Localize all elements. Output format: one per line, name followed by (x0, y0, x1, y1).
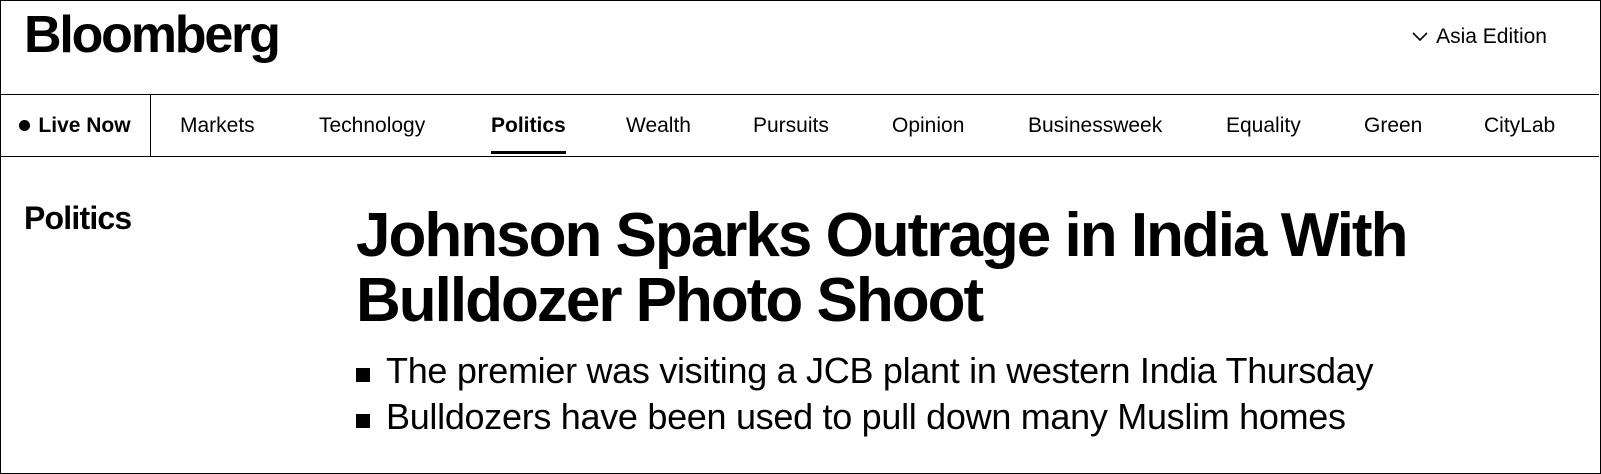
section-link-politics[interactable]: Politics (24, 198, 132, 238)
bloomberg-logo[interactable]: Bloomberg (24, 4, 281, 66)
top-header: Bloomberg Asia Edition (0, 0, 1599, 95)
live-dot-icon (19, 120, 31, 131)
edition-selector[interactable]: Asia Edition (1412, 22, 1547, 52)
summary-text: Bulldozers have been used to pull down m… (386, 396, 1346, 437)
nav-item-politics[interactable]: Politics (491, 95, 566, 156)
main-nav: Live Now Markets Technology Politics Wea… (0, 95, 1599, 157)
chevron-down-icon (1412, 32, 1428, 42)
article-summary-list: The premier was visiting a JCB plant in … (356, 348, 1373, 440)
summary-text: The premier was visiting a JCB plant in … (386, 350, 1374, 391)
article-headline[interactable]: Johnson Sparks Outrage in India With Bul… (356, 203, 1556, 333)
nav-item-opinion[interactable]: Opinion (892, 95, 964, 156)
nav-item-technology[interactable]: Technology (319, 95, 425, 156)
nav-item-pursuits[interactable]: Pursuits (753, 95, 829, 156)
nav-item-wealth[interactable]: Wealth (626, 95, 691, 156)
summary-bullet: The premier was visiting a JCB plant in … (356, 348, 1373, 394)
nav-item-businessweek[interactable]: Businessweek (1028, 95, 1162, 156)
summary-bullet: Bulldozers have been used to pull down m… (356, 394, 1373, 440)
edition-label: Asia Edition (1436, 25, 1547, 48)
square-bullet-icon (356, 414, 370, 428)
nav-item-markets[interactable]: Markets (180, 95, 255, 156)
live-now-label: Live Now (38, 113, 131, 137)
nav-item-citylab[interactable]: CityLab (1484, 95, 1555, 156)
nav-item-green[interactable]: Green (1364, 95, 1422, 156)
square-bullet-icon (356, 368, 370, 382)
live-now-link[interactable]: Live Now (0, 95, 151, 156)
nav-item-equality[interactable]: Equality (1226, 95, 1301, 156)
